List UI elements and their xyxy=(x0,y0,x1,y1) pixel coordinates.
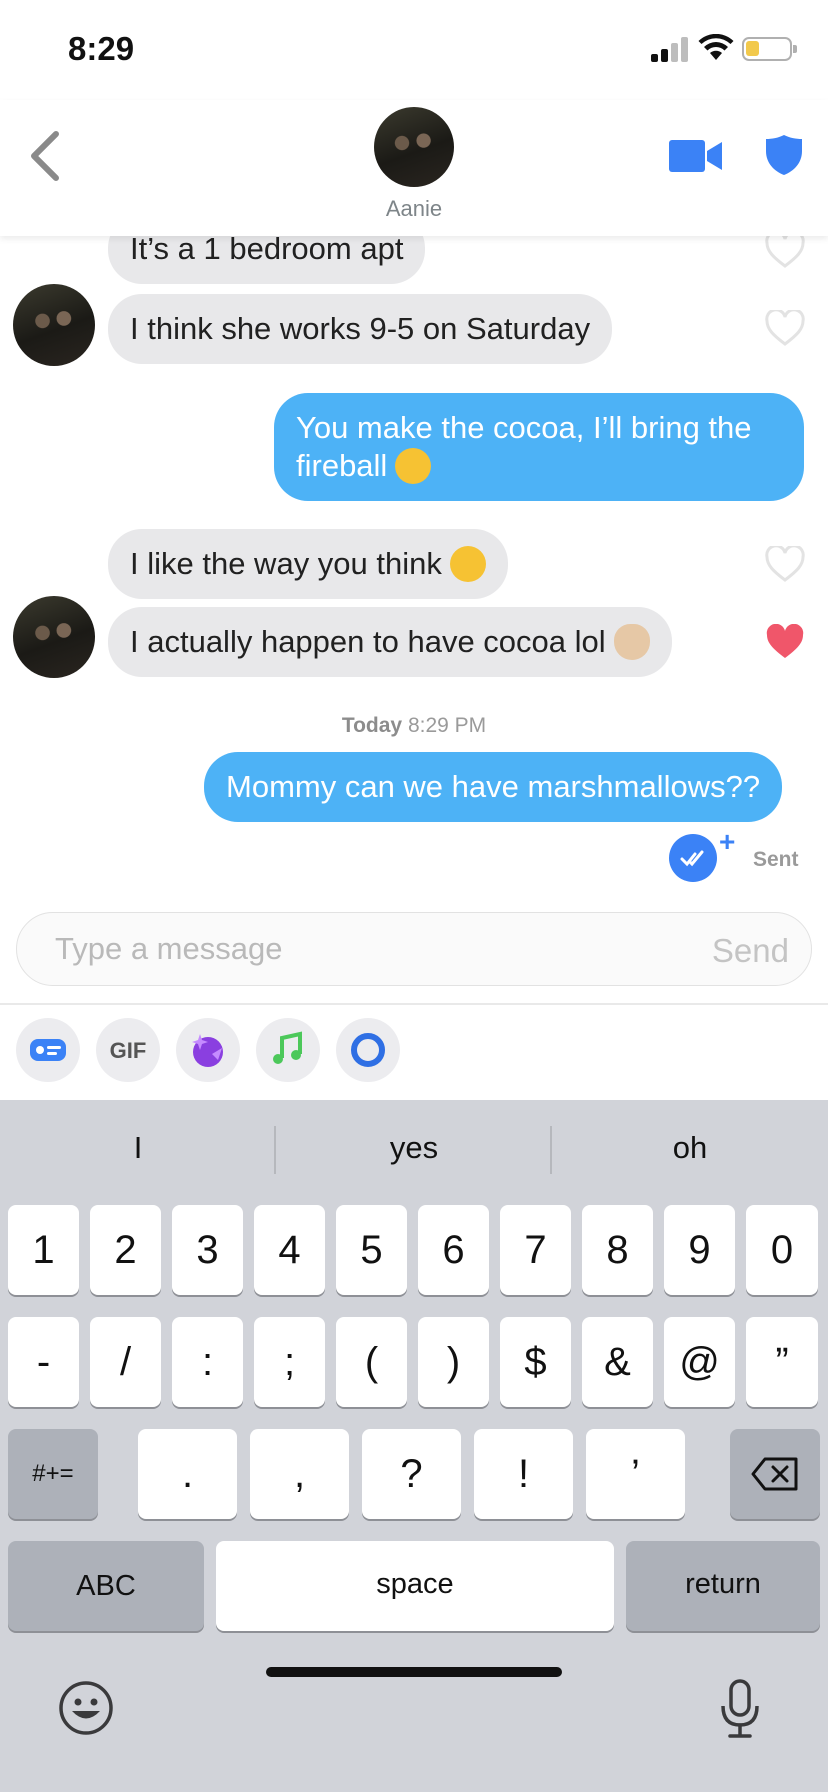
key[interactable]: : xyxy=(172,1317,243,1407)
message-text: I think she works 9-5 on Saturday xyxy=(130,311,591,346)
timestamp-time: 8:29 PM xyxy=(407,714,487,737)
music-button[interactable] xyxy=(256,1018,320,1082)
key[interactable]: 2 xyxy=(90,1205,161,1295)
key[interactable]: 3 xyxy=(172,1205,243,1295)
suggestion-3[interactable]: oh xyxy=(552,1130,828,1166)
heart-liked-icon[interactable] xyxy=(765,624,805,660)
timestamp: Today 8:29 PM xyxy=(0,714,828,738)
key[interactable]: ” xyxy=(746,1317,818,1407)
cellular-signal-icon xyxy=(651,36,691,62)
message-text: Mommy can we have marshmallows?? xyxy=(226,769,761,804)
message-composer: Send xyxy=(16,912,812,986)
incoming-message[interactable]: I like the way you think xyxy=(108,529,508,599)
kissing-face-emoji xyxy=(449,546,486,582)
key[interactable]: ! xyxy=(474,1429,573,1519)
wifi-icon xyxy=(698,34,734,60)
incoming-message[interactable]: It’s a 1 bedroom apt xyxy=(108,236,426,284)
backspace-icon xyxy=(751,1457,798,1491)
key[interactable]: $ xyxy=(500,1317,571,1407)
read-receipt-icon[interactable] xyxy=(669,834,717,882)
sticker-icon xyxy=(192,1034,223,1067)
key[interactable]: 5 xyxy=(336,1205,407,1295)
suggestion-1[interactable]: I xyxy=(0,1130,276,1166)
send-button[interactable]: Send xyxy=(712,932,789,970)
contact-avatar-small[interactable] xyxy=(13,284,95,366)
key[interactable]: ) xyxy=(418,1317,489,1407)
backspace-key[interactable] xyxy=(730,1429,820,1519)
key[interactable]: @ xyxy=(664,1317,735,1407)
heart-icon[interactable] xyxy=(765,310,805,346)
timestamp-day: Today xyxy=(341,714,403,737)
abc-key[interactable]: ABC xyxy=(8,1541,204,1631)
battery-icon xyxy=(742,37,797,61)
gif-button[interactable]: GIF xyxy=(96,1018,160,1082)
key[interactable]: 0 xyxy=(746,1205,818,1295)
message-list[interactable]: It’s a 1 bedroom apt I think she works 9… xyxy=(0,236,828,896)
loop-icon xyxy=(351,1033,385,1067)
key[interactable]: / xyxy=(90,1317,161,1407)
outgoing-message[interactable]: Mommy can we have marshmallows?? xyxy=(204,752,783,822)
return-key[interactable]: return xyxy=(626,1541,820,1631)
key[interactable]: 6 xyxy=(418,1205,489,1295)
key[interactable]: 9 xyxy=(664,1205,735,1295)
key[interactable]: ( xyxy=(336,1317,407,1407)
chat-header: Aanie xyxy=(0,100,828,236)
shield-icon[interactable] xyxy=(764,133,804,177)
loop-button[interactable] xyxy=(336,1018,400,1082)
home-indicator[interactable] xyxy=(266,1667,562,1677)
key[interactable]: ; xyxy=(254,1317,325,1407)
contact-avatar[interactable] xyxy=(374,107,454,187)
contact-name[interactable]: Aanie xyxy=(0,196,828,222)
contact-card-button[interactable] xyxy=(16,1018,80,1082)
kissing-face-emoji xyxy=(395,448,432,484)
outgoing-message[interactable]: You make the cocoa, I’ll bring the fireb… xyxy=(274,393,804,501)
key[interactable]: 1 xyxy=(8,1205,79,1295)
key[interactable]: . xyxy=(138,1429,237,1519)
message-text: I like the way you think xyxy=(130,546,442,581)
incoming-message[interactable]: I think she works 9-5 on Saturday xyxy=(108,294,613,364)
status-time: 8:29 xyxy=(68,30,135,67)
read-receipt-plus[interactable]: + xyxy=(719,826,735,858)
message-text-line: You make the cocoa, I’ll bring the xyxy=(296,410,752,445)
message-text: It’s a 1 bedroom apt xyxy=(130,236,404,266)
key[interactable]: & xyxy=(582,1317,653,1407)
emoji-icon[interactable] xyxy=(58,1680,114,1736)
incoming-message[interactable]: I actually happen to have cocoa lol xyxy=(108,607,672,677)
message-text: I actually happen to have cocoa lol xyxy=(130,624,606,659)
microphone-icon[interactable] xyxy=(718,1678,762,1740)
key[interactable]: ’ xyxy=(586,1429,685,1519)
chevron-left-icon[interactable] xyxy=(26,128,66,184)
contact-card-icon xyxy=(30,1039,66,1061)
attachment-toolbar: GIF xyxy=(0,1018,828,1084)
symbols-key[interactable]: #+= xyxy=(8,1429,98,1519)
message-input[interactable] xyxy=(55,927,615,971)
key[interactable]: 8 xyxy=(582,1205,653,1295)
key[interactable]: - xyxy=(8,1317,79,1407)
heart-icon[interactable] xyxy=(765,546,805,582)
sticker-button[interactable] xyxy=(176,1018,240,1082)
heart-icon[interactable] xyxy=(765,236,805,268)
key[interactable]: , xyxy=(250,1429,349,1519)
battery-level xyxy=(746,41,759,56)
keyboard: I yes oh 1 2 3 4 5 6 7 8 9 0 - / : ; ( )… xyxy=(0,1100,828,1792)
status-bar: 8:29 xyxy=(0,0,828,100)
key[interactable]: 4 xyxy=(254,1205,325,1295)
gif-label: GIF xyxy=(109,1038,147,1063)
sent-status: Sent xyxy=(753,848,799,871)
music-icon xyxy=(273,1031,302,1064)
suggestion-2[interactable]: yes xyxy=(276,1130,552,1166)
video-camera-icon[interactable] xyxy=(669,138,723,174)
key[interactable]: ? xyxy=(362,1429,461,1519)
key[interactable]: 7 xyxy=(500,1205,571,1295)
space-key[interactable]: space xyxy=(216,1541,614,1631)
contact-avatar-small[interactable] xyxy=(13,596,95,678)
ok-hand-emoji xyxy=(613,624,650,660)
divider xyxy=(0,1003,828,1005)
message-text-line: fireball xyxy=(296,448,388,483)
